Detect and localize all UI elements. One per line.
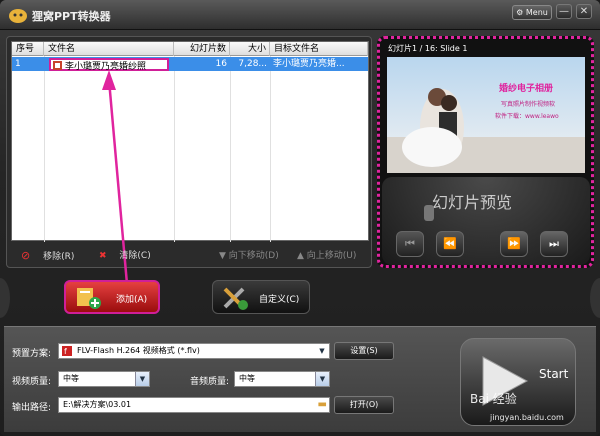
overlay-sub2: 软件下载：www.leawo (495, 113, 559, 120)
list-actions: ⊘ 移除(R) ✖ 清除(C) ▼ 向下移动(D) ▲ 向上移动(U) (11, 247, 369, 265)
chevron-down-icon: ▼ (315, 372, 329, 386)
row-target: 李小璐贾乃亮婚... (273, 59, 345, 69)
move-down-button[interactable]: ▼ 向下移动(D) (219, 249, 279, 263)
flash-format-icon: f (62, 346, 72, 356)
arrow-down-icon: ▼ (219, 251, 226, 261)
settings-button[interactable]: 设置(S) (334, 342, 394, 360)
customize-button[interactable]: 自定义(C) (212, 280, 310, 314)
clear-icon: ✖ (99, 251, 107, 261)
table-row[interactable]: 1 李小璐贾乃亮婚纱照 16 7,28... 李小璐贾乃亮婚... (12, 57, 368, 72)
overlay-sub1: 写真照片制作视频软 (501, 101, 556, 108)
output-path-value: E:\解决方案\03.01 (63, 400, 132, 409)
slide-preview-label: 幻灯片预览 (432, 193, 513, 212)
preview-title: 幻灯片1 / 16: Slide 1 (388, 44, 468, 53)
move-up-button[interactable]: ▲ 向上移动(U) (297, 249, 356, 263)
menu-button[interactable]: ⚙ Menu (512, 5, 552, 20)
overlay-title: 婚纱电子相册 (499, 84, 554, 94)
rewind-button[interactable]: ⏪ (436, 231, 464, 257)
slide-preview-image: 婚纱电子相册 写真照片制作视频软 软件下载：www.leawo (387, 57, 585, 173)
col-header-target[interactable]: 目标文件名 (270, 42, 368, 56)
row-slides: 16 (215, 59, 227, 69)
preview-panel: 幻灯片1 / 16: Slide 1 婚纱电子相册 写真照片制作视频软 软件下载… (377, 36, 594, 268)
clear-label: 清除(C) (119, 251, 151, 261)
remove-icon: ⊘ (21, 249, 31, 262)
skip-forward-icon: ⏭ (549, 237, 559, 250)
app-title: 狸窝PPT转换器 (32, 10, 111, 23)
file-table[interactable]: 序号 文件名 幻灯片数 大小 目标文件名 1 李小璐贾乃亮婚纱照 16 7,28… (11, 41, 369, 285)
open-folder-button[interactable]: 打开(O) (334, 396, 394, 414)
app-logo-icon (9, 9, 27, 23)
move-down-label: 向下移动(D) (228, 251, 279, 261)
video-quality-select[interactable]: 中等 ▼ (58, 371, 150, 387)
file-list-panel: 序号 文件名 幻灯片数 大小 目标文件名 1 李小璐贾乃亮婚纱照 16 7,28… (6, 36, 372, 285)
fast-forward-icon: ⏩ (507, 237, 521, 250)
video-quality-value: 中等 (63, 374, 79, 383)
col-header-slides[interactable]: 幻灯片数 (174, 42, 230, 56)
table-header: 序号 文件名 幻灯片数 大小 目标文件名 (12, 42, 368, 56)
arrow-up-icon: ▲ (297, 251, 304, 261)
close-icon: ✕ (579, 6, 589, 17)
preset-label: 预置方案: (12, 349, 52, 359)
move-up-label: 向上移动(U) (306, 251, 357, 261)
minimize-icon: — (559, 6, 569, 17)
watermark-brand: Bai 经验 (470, 392, 517, 406)
prev-slide-button[interactable]: ⏮ (396, 231, 424, 257)
app-window: 狸窝PPT转换器 ⚙ Menu — ✕ 序号 文件名 幻灯片数 大小 目标文件名… (0, 0, 600, 436)
audio-quality-label: 音频质量: (190, 377, 230, 387)
row-size: 7,28... (238, 59, 267, 69)
skip-back-icon: ⏮ (405, 237, 415, 250)
col-header-size[interactable]: 大小 (230, 42, 270, 56)
remove-button[interactable]: ⊘ 移除(R) (21, 249, 74, 263)
preset-select[interactable]: f FLV-Flash H.264 视频格式 (*.flv) ▼ (58, 343, 330, 359)
add-file-icon (77, 288, 101, 309)
customize-button-label: 自定义(C) (259, 295, 300, 305)
fast-forward-button[interactable]: ⏩ (500, 231, 528, 257)
add-button-label: 添加(A) (116, 295, 148, 305)
start-label: Start (539, 367, 569, 381)
settings-icon: ⚙ (516, 8, 524, 17)
preset-value: FLV-Flash H.264 视频格式 (*.flv) (77, 346, 200, 355)
add-file-button[interactable]: 添加(A) (64, 280, 160, 314)
row-index: 1 (15, 59, 21, 69)
audio-quality-value: 中等 (239, 374, 255, 383)
minimize-button[interactable]: — (556, 4, 572, 19)
watermark-url: jingyan.baidu.com (490, 413, 564, 422)
side-decoration-right (590, 278, 600, 318)
chevron-down-icon: ▼ (315, 344, 329, 358)
svg-text:f: f (64, 347, 67, 356)
audio-quality-select[interactable]: 中等 ▼ (234, 371, 330, 387)
progress-slider[interactable] (424, 205, 434, 221)
col-header-index[interactable]: 序号 (12, 42, 44, 56)
chevron-down-icon: ▼ (135, 372, 149, 386)
side-decoration-left (0, 278, 10, 318)
clear-button[interactable]: ✖ 清除(C) (99, 249, 151, 263)
folder-icon[interactable]: ▬ (318, 398, 327, 412)
remove-label: 移除(R) (43, 252, 75, 262)
rewind-icon: ⏪ (443, 237, 457, 250)
ppt-file-icon (53, 61, 62, 70)
tools-icon (223, 287, 248, 310)
output-path-input[interactable]: E:\解决方案\03.01 ▬ (58, 397, 330, 413)
col-header-filename[interactable]: 文件名 (44, 42, 174, 56)
next-slide-button[interactable]: ⏭ (540, 231, 568, 257)
close-button[interactable]: ✕ (576, 4, 592, 19)
title-bar: 狸窝PPT转换器 ⚙ Menu — ✕ (0, 0, 600, 30)
video-quality-label: 视频质量: (12, 377, 52, 387)
menu-button-label: Menu (525, 8, 548, 17)
output-path-label: 输出路径: (12, 403, 52, 413)
